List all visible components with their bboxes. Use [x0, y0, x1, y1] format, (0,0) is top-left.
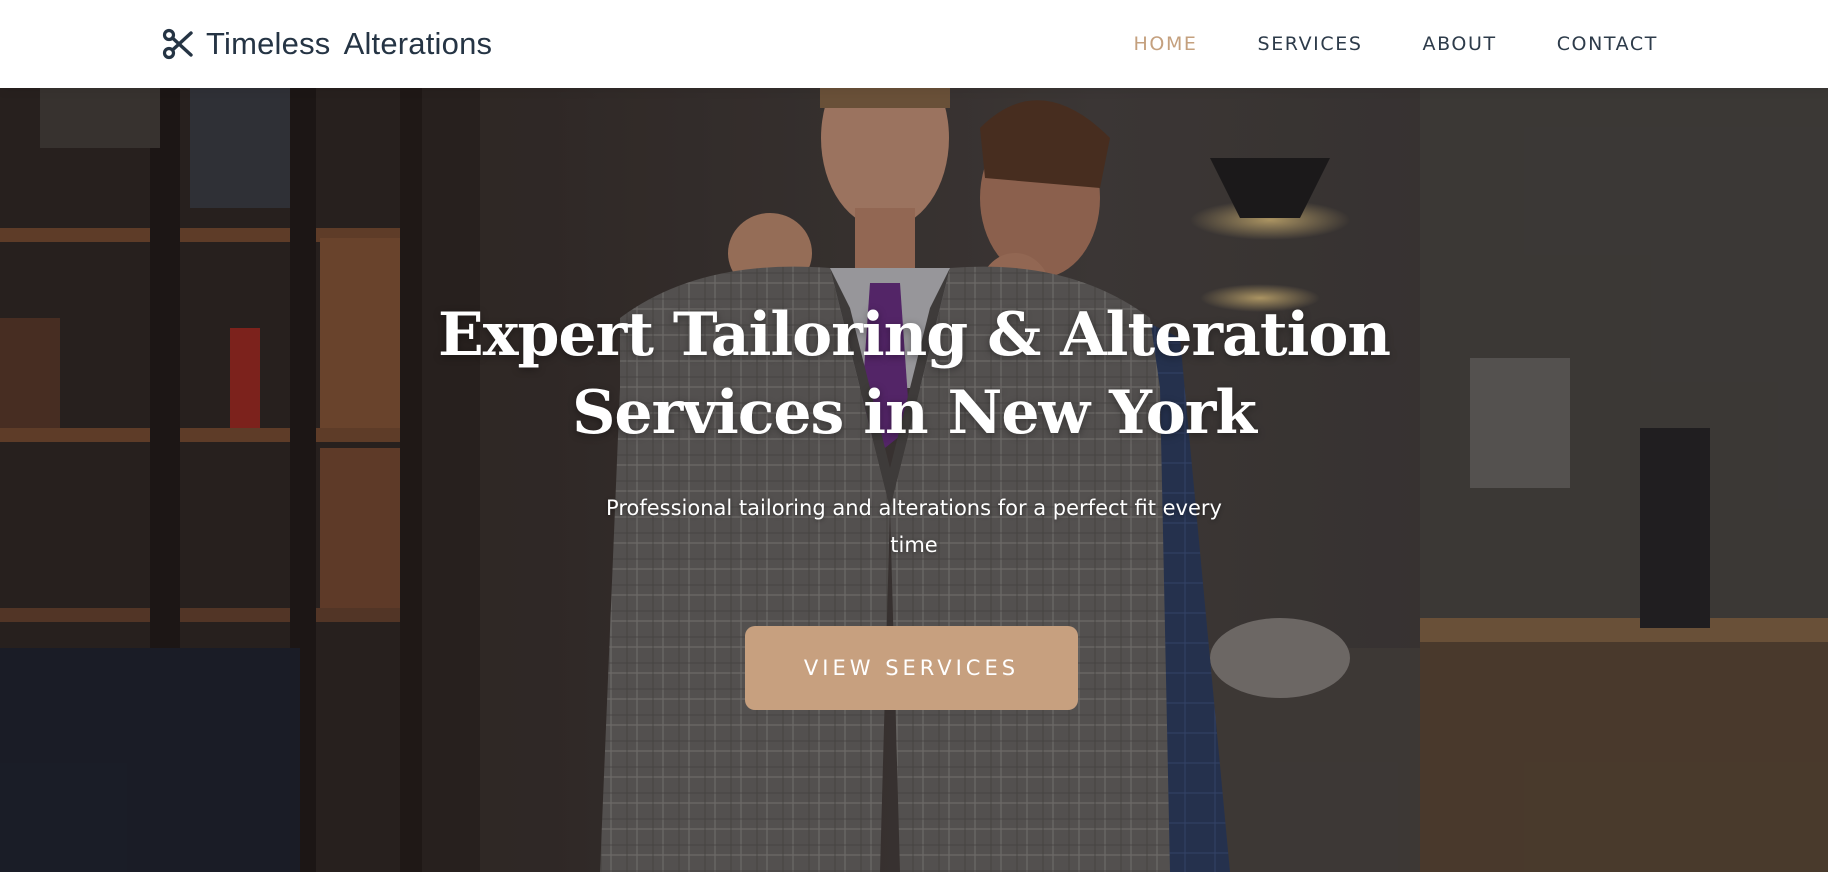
brand-name: Timeless Alterations [206, 26, 493, 61]
scissors-icon [162, 28, 194, 60]
brand-logo[interactable]: Timeless Alterations [162, 24, 492, 64]
hero-content: Expert Tailoring & Alteration Services i… [0, 88, 1828, 872]
hero-title-line-2: Services in New York [572, 378, 1257, 448]
main-nav: HOME SERVICES ABOUT CONTACT [1074, 0, 1659, 88]
nav-home[interactable]: HOME [1134, 33, 1198, 55]
nav-services[interactable]: SERVICES [1258, 33, 1363, 55]
site-header: Timeless Alterations HOME SERVICES ABOUT… [0, 0, 1828, 88]
hero-title: Expert Tailoring & Alteration Services i… [414, 296, 1414, 452]
nav-contact[interactable]: CONTACT [1557, 33, 1658, 55]
hero-section: Expert Tailoring & Alteration Services i… [0, 88, 1828, 872]
hero-subtitle: Professional tailoring and alterations f… [606, 496, 1222, 557]
nav-about[interactable]: ABOUT [1423, 33, 1497, 55]
view-services-button[interactable]: VIEW SERVICES [745, 626, 1078, 710]
hero-title-line-1: Expert Tailoring & Alteration [437, 300, 1391, 370]
